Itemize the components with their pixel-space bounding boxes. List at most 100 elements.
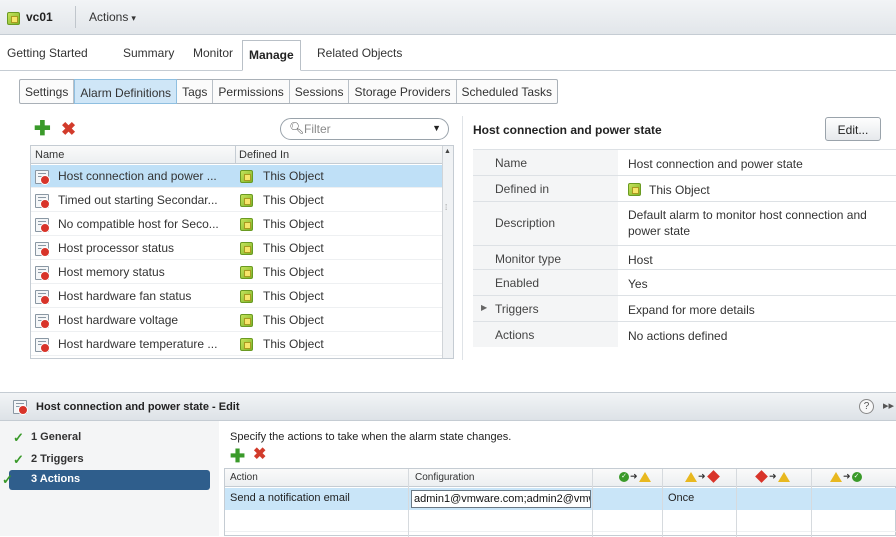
column-divider[interactable] xyxy=(592,469,593,537)
subtab-sessions[interactable]: Sessions xyxy=(290,80,350,103)
edit-button[interactable]: Edit... xyxy=(825,117,881,141)
wizard-step-actions[interactable]: ✓ 3 Actions xyxy=(2,470,210,490)
critical-status-icon xyxy=(706,470,720,483)
column-header-warning-to-ok[interactable]: ➜ ✓ xyxy=(830,471,862,482)
vcenter-object-icon xyxy=(240,290,253,303)
defined-in-cell: This Object xyxy=(263,265,324,279)
action-cell[interactable]: Send a notification email xyxy=(230,492,350,504)
column-header-critical-to-warning[interactable]: ➜ xyxy=(755,470,790,483)
detail-row-monitor-type: Monitor type Host xyxy=(473,245,896,269)
scroll-grip-icon[interactable]: ⁞ xyxy=(445,203,447,212)
actions-label: Actions xyxy=(89,10,129,24)
subtab-settings[interactable]: Settings xyxy=(20,80,75,103)
subtab-permissions[interactable]: Permissions xyxy=(213,80,290,103)
pane-divider[interactable] xyxy=(462,116,463,360)
detail-row-name: Name Host connection and power state xyxy=(473,149,896,175)
column-header-name[interactable]: Name xyxy=(35,149,64,161)
column-divider[interactable] xyxy=(662,469,663,537)
defined-in-cell: This Object xyxy=(263,241,324,255)
subtab-storage-providers[interactable]: Storage Providers xyxy=(349,80,457,103)
wizard-step-general[interactable]: ✓ 1 General xyxy=(9,428,210,448)
alarm-definition-icon xyxy=(35,218,50,233)
grid-header: Action Configuration ✓ ➜ ➜ ➜ ➜ ✓ xyxy=(225,469,896,487)
arrow-right-icon: ➜ xyxy=(698,471,706,481)
subtab-tags[interactable]: Tags xyxy=(177,80,214,103)
detail-label: Defined in xyxy=(473,176,618,201)
warning-to-critical-cell[interactable]: Once xyxy=(668,492,694,504)
critical-status-icon xyxy=(755,470,768,483)
column-header-ok-to-warning[interactable]: ✓ ➜ xyxy=(619,471,651,482)
tab-summary[interactable]: Summary xyxy=(123,46,174,60)
table-row[interactable]: Host hardware voltage This Object xyxy=(31,309,444,332)
table-row[interactable]: Host processor status This Object xyxy=(31,237,444,260)
title-divider xyxy=(75,6,76,28)
detail-label[interactable]: ▶ Triggers xyxy=(473,296,618,321)
detail-row-triggers[interactable]: ▶ Triggers Expand for more details xyxy=(473,295,896,321)
actions-menu-button[interactable]: Actions ▾ xyxy=(89,10,136,24)
checkmark-icon: ✓ xyxy=(13,452,24,467)
detail-label: Description xyxy=(473,202,618,245)
detail-label: Name xyxy=(473,150,618,175)
table-row[interactable]: Send a notification email admin1@vmware.… xyxy=(225,488,896,510)
edit-dialog-title-bar: Host connection and power state - Edit ?… xyxy=(0,392,896,421)
warning-status-icon xyxy=(830,471,842,482)
alarm-definitions-grid: Name Defined In Host connection and powe… xyxy=(30,145,454,359)
filter-input[interactable]: 🔍︎ Filter ▼ xyxy=(280,118,449,140)
alarm-name-cell: No compatible host for Seco... xyxy=(58,217,219,231)
help-icon[interactable]: ? xyxy=(859,399,874,414)
arrow-right-icon: ➜ xyxy=(843,471,851,481)
detail-value: This Object xyxy=(649,183,710,197)
table-row[interactable]: No compatible host for Seco... This Objec… xyxy=(31,213,444,236)
alarm-name-cell: Host hardware temperature ... xyxy=(58,337,218,351)
defined-in-cell: This Object xyxy=(263,193,324,207)
vcenter-object-icon xyxy=(240,266,253,279)
add-action-plus-icon[interactable]: ✚ xyxy=(230,447,245,465)
tab-monitor[interactable]: Monitor xyxy=(193,46,233,60)
alarm-name-cell: Timed out starting Secondar... xyxy=(58,193,218,207)
table-row[interactable] xyxy=(225,510,896,532)
table-row[interactable]: Host hardware fan status This Object xyxy=(31,285,444,308)
arrow-right-icon: ➜ xyxy=(769,471,777,481)
alarm-name-cell: Host processor status xyxy=(58,241,175,255)
configuration-input[interactable]: admin1@vmware.com;admin2@vmware.com xyxy=(411,490,591,508)
defined-in-cell: This Object xyxy=(263,217,324,231)
vcenter-object-icon xyxy=(240,338,253,351)
chevron-down-icon[interactable]: ▼ xyxy=(432,123,441,133)
step-label: 2 Triggers xyxy=(31,453,84,465)
add-alarm-plus-icon[interactable]: ✚ xyxy=(34,119,51,139)
column-header-action[interactable]: Action xyxy=(230,472,258,483)
filter-placeholder: Filter xyxy=(304,122,331,136)
tab-manage[interactable]: Manage xyxy=(242,40,301,71)
column-divider[interactable] xyxy=(811,469,812,537)
detail-label: Monitor type xyxy=(473,246,618,269)
dialog-title: Host connection and power state - Edit xyxy=(36,401,240,413)
delete-alarm-x-icon[interactable]: ✖ xyxy=(61,120,77,138)
table-row[interactable]: Timed out starting Secondar... This Objec… xyxy=(31,189,444,212)
search-icon: 🔍︎ xyxy=(289,121,305,135)
subtab-scheduled-tasks[interactable]: Scheduled Tasks xyxy=(457,80,558,103)
column-divider[interactable] xyxy=(736,469,737,537)
tab-related-objects[interactable]: Related Objects xyxy=(317,46,402,60)
step-label: 3 Actions xyxy=(31,473,81,485)
wizard-step-triggers[interactable]: ✓ 2 Triggers xyxy=(9,450,210,470)
expand-triangle-icon[interactable]: ▶ xyxy=(481,303,487,312)
warning-status-icon xyxy=(638,471,651,482)
subtab-alarm-definitions[interactable]: Alarm Definitions xyxy=(74,79,178,104)
column-header-warning-to-critical[interactable]: ➜ xyxy=(685,470,720,483)
grid-header: Name Defined In xyxy=(31,146,444,164)
scroll-up-arrow-icon[interactable]: ▲ xyxy=(444,148,451,155)
table-row[interactable]: Host memory status This Object xyxy=(31,261,444,284)
column-header-configuration[interactable]: Configuration xyxy=(415,472,474,483)
remove-action-x-icon[interactable]: ✖ xyxy=(253,447,266,463)
vcenter-object-icon xyxy=(240,218,253,231)
column-header-defined-in[interactable]: Defined In xyxy=(239,149,289,161)
alarm-definition-icon xyxy=(35,242,50,257)
table-row[interactable]: Host hardware temperature ... This Object xyxy=(31,333,444,356)
grid-scrollbar[interactable]: ▲ ⁞ xyxy=(442,146,453,358)
expand-dialog-icon[interactable]: ▸▸ xyxy=(883,399,894,412)
column-divider[interactable] xyxy=(235,146,236,164)
detail-value: Host connection and power state xyxy=(628,157,803,171)
column-divider[interactable] xyxy=(408,469,409,537)
tab-getting-started[interactable]: Getting Started xyxy=(7,46,88,60)
table-row[interactable]: Host connection and power ... This Object xyxy=(31,165,444,188)
